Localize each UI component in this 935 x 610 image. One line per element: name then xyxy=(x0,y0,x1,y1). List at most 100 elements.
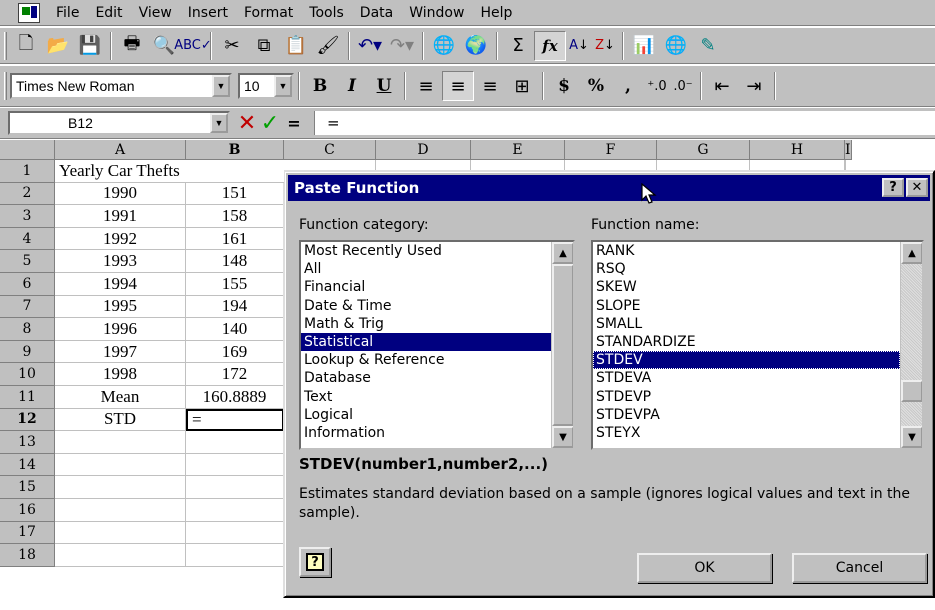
cell-b18[interactable] xyxy=(186,544,284,567)
workbook-icon[interactable] xyxy=(18,2,40,23)
bold-button[interactable]: B xyxy=(304,71,336,101)
merge-center-icon[interactable]: ⊞ xyxy=(506,71,538,101)
category-item[interactable]: Date & Time xyxy=(301,297,551,315)
function-item[interactable]: STDEVA xyxy=(593,369,900,387)
row-header-14[interactable]: 14 xyxy=(0,453,55,477)
align-left-icon[interactable]: ≡ xyxy=(410,71,442,101)
chevron-down-icon[interactable]: ▼ xyxy=(212,75,230,97)
category-item[interactable]: All xyxy=(301,260,551,278)
increase-indent-icon[interactable]: ⇥ xyxy=(738,71,770,101)
paste-function-icon[interactable]: fx xyxy=(534,30,566,61)
align-center-icon[interactable]: ≡ xyxy=(442,71,474,101)
edit-formula-icon[interactable]: = xyxy=(282,114,306,133)
menu-help[interactable]: Help xyxy=(472,5,520,21)
category-item[interactable]: Information xyxy=(301,424,551,442)
cell-b9[interactable]: 169 xyxy=(186,340,284,364)
menu-insert[interactable]: Insert xyxy=(180,5,236,21)
row-header-16[interactable]: 16 xyxy=(0,499,55,522)
row-header-4[interactable]: 4 xyxy=(0,227,55,251)
hyperlink-icon[interactable]: 🌐 xyxy=(428,31,460,61)
cell-a15[interactable] xyxy=(55,476,186,499)
dialog-titlebar[interactable]: Paste Function ? ✕ xyxy=(288,175,930,204)
toolbar-grip[interactable] xyxy=(4,31,7,60)
italic-button[interactable]: I xyxy=(336,71,368,101)
undo-icon[interactable]: ↶▾ xyxy=(354,31,386,61)
underline-button[interactable]: U xyxy=(368,71,400,101)
column-header-e[interactable]: E xyxy=(471,140,565,160)
toolbar-grip[interactable] xyxy=(4,72,7,100)
formula-input[interactable]: = xyxy=(314,111,935,135)
menu-data[interactable]: Data xyxy=(352,5,401,21)
web-toolbar-icon[interactable]: 🌍 xyxy=(460,31,492,61)
cell-b13[interactable] xyxy=(186,431,284,454)
redo-icon[interactable]: ↷▾ xyxy=(386,31,418,61)
category-item[interactable]: Financial xyxy=(301,278,551,296)
function-item[interactable]: STEYX xyxy=(593,424,900,442)
row-header-1[interactable]: 1 xyxy=(0,160,55,183)
scroll-thumb[interactable] xyxy=(901,380,922,402)
cancel-icon[interactable]: ✕ xyxy=(236,111,258,136)
row-header-5[interactable]: 5 xyxy=(0,250,55,273)
column-header-g[interactable]: G xyxy=(657,140,750,160)
cancel-button[interactable]: Cancel xyxy=(792,553,927,583)
cell-a1[interactable]: Yearly Car Thefts xyxy=(55,160,284,183)
function-item[interactable]: STDEVPA xyxy=(593,406,900,424)
cell-b11[interactable]: 160.8889 xyxy=(186,386,284,409)
function-item[interactable]: STDEVP xyxy=(593,388,900,406)
menu-format[interactable]: Format xyxy=(236,5,301,21)
scroll-down-icon[interactable]: ▼ xyxy=(901,426,922,448)
comma-button[interactable]: , xyxy=(612,71,644,101)
cell-b12[interactable]: = xyxy=(186,408,284,432)
category-item[interactable]: Logical xyxy=(301,406,551,424)
decrease-indent-icon[interactable]: ⇤ xyxy=(706,71,738,101)
save-icon[interactable]: 💾 xyxy=(74,31,106,61)
new-icon[interactable]: 🗋 xyxy=(10,31,42,61)
chevron-down-icon[interactable]: ▼ xyxy=(210,113,228,133)
menu-edit[interactable]: Edit xyxy=(87,5,130,21)
category-item[interactable]: Database xyxy=(301,369,551,387)
cell-b10[interactable]: 172 xyxy=(186,363,284,386)
cell-b15[interactable] xyxy=(186,476,284,499)
column-header-c[interactable]: C xyxy=(284,140,376,160)
column-header-b[interactable]: B xyxy=(186,140,284,160)
function-item[interactable]: SLOPE xyxy=(593,297,900,315)
autosum-icon[interactable]: Σ xyxy=(502,31,534,61)
category-listbox[interactable]: Most Recently Used All Financial Date & Tim… xyxy=(299,240,575,450)
enter-icon[interactable]: ✓ xyxy=(258,111,282,136)
cell-b4[interactable]: 161 xyxy=(186,227,284,251)
percent-button[interactable]: % xyxy=(580,71,612,101)
row-header-11[interactable]: 11 xyxy=(0,386,55,409)
chevron-down-icon[interactable]: ▼ xyxy=(274,75,292,97)
cell-a10[interactable]: 1998 xyxy=(55,363,186,386)
menu-file[interactable]: File xyxy=(48,5,87,21)
cell-a13[interactable] xyxy=(55,431,186,454)
cell-a6[interactable]: 1994 xyxy=(55,273,186,296)
ok-button[interactable]: OK xyxy=(637,553,772,583)
print-icon[interactable]: 🖶 xyxy=(116,31,148,61)
scroll-down-icon[interactable]: ▼ xyxy=(552,426,573,448)
cut-icon[interactable]: ✂ xyxy=(216,31,248,61)
format-painter-icon[interactable]: 🖌 xyxy=(312,31,344,61)
menu-view[interactable]: View xyxy=(131,5,180,21)
category-item[interactable]: Lookup & Reference xyxy=(301,351,551,369)
row-header-15[interactable]: 15 xyxy=(0,476,55,499)
row-header-9[interactable]: 9 xyxy=(0,340,55,364)
cell-b3[interactable]: 158 xyxy=(186,205,284,228)
menu-tools[interactable]: Tools xyxy=(301,5,352,21)
function-item[interactable]: STDEV xyxy=(593,351,900,370)
function-item[interactable]: SMALL xyxy=(593,315,900,333)
cell-a11[interactable]: Mean xyxy=(55,386,186,409)
spelling-icon[interactable]: ABC✓ xyxy=(174,31,212,61)
row-header-6[interactable]: 6 xyxy=(0,273,55,296)
help-icon[interactable]: ? xyxy=(882,178,904,197)
function-item[interactable]: STANDARDIZE xyxy=(593,333,900,351)
cell-a8[interactable]: 1996 xyxy=(55,318,186,341)
align-right-icon[interactable]: ≡ xyxy=(474,71,506,101)
function-item[interactable]: RSQ xyxy=(593,260,900,278)
scroll-thumb[interactable] xyxy=(552,264,573,426)
map-icon[interactable]: 🌐 xyxy=(660,31,692,61)
cell-a3[interactable]: 1991 xyxy=(55,205,186,228)
cell-a12[interactable]: STD xyxy=(55,408,186,432)
office-assistant-button[interactable]: ? xyxy=(299,547,331,577)
close-icon[interactable]: ✕ xyxy=(906,178,928,197)
